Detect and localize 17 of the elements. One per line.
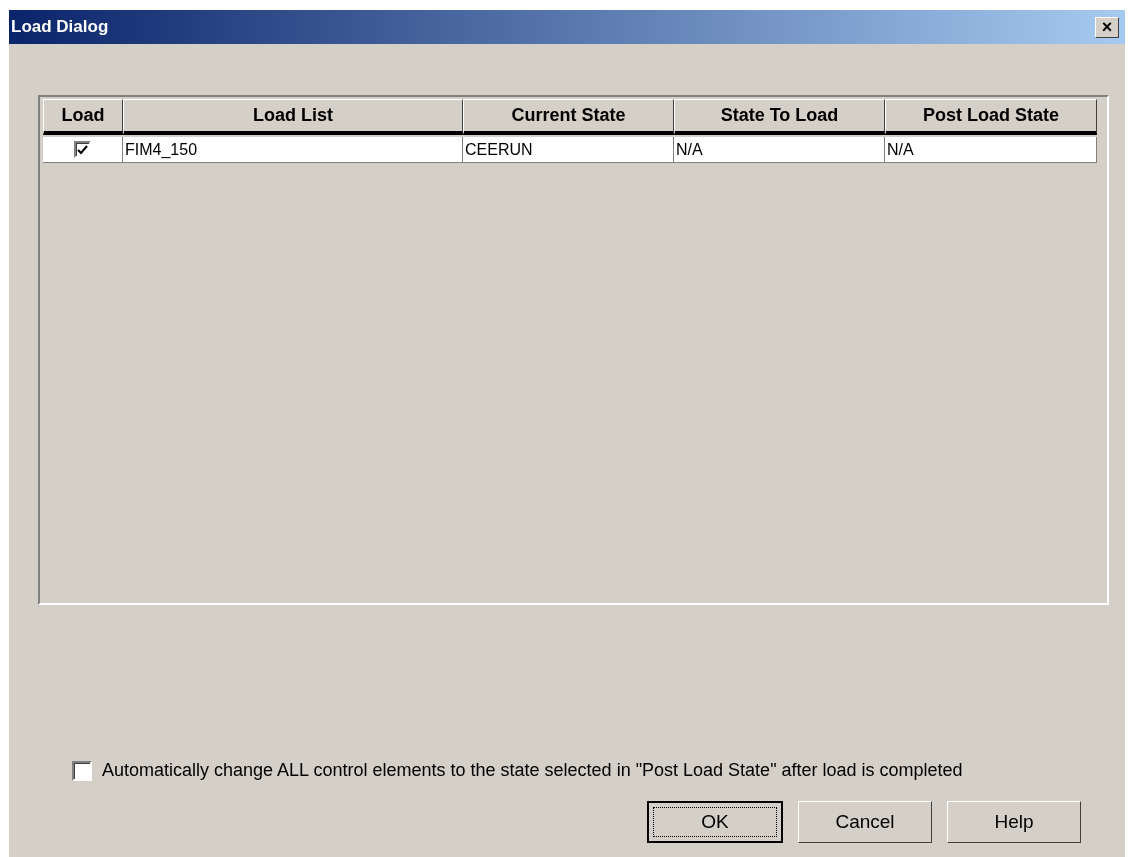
column-header[interactable]: Post Load State (885, 99, 1097, 135)
table-cell: FIM4_150 (123, 137, 463, 163)
dialog-button[interactable]: Cancel (798, 801, 932, 843)
auto-change-checkbox[interactable] (72, 760, 92, 781)
table-cell: N/A (885, 137, 1097, 163)
table-cell: N/A (674, 137, 885, 163)
ok-button[interactable]: OK (647, 801, 783, 843)
check-icon (77, 144, 88, 155)
column-header[interactable]: Load List (123, 99, 463, 135)
table-cell: CEERUN (463, 137, 674, 163)
auto-change-label: Automatically change ALL control elements to the state selected in "Post Load State" after load is completed (102, 760, 963, 781)
close-button[interactable]: × (1095, 16, 1119, 38)
column-header[interactable]: Current State (463, 99, 674, 135)
dialog-button[interactable]: Help (947, 801, 1081, 843)
column-header[interactable]: State To Load (674, 99, 885, 135)
column-header[interactable]: Load (43, 99, 123, 135)
window-title: Load Dialog (11, 17, 109, 37)
